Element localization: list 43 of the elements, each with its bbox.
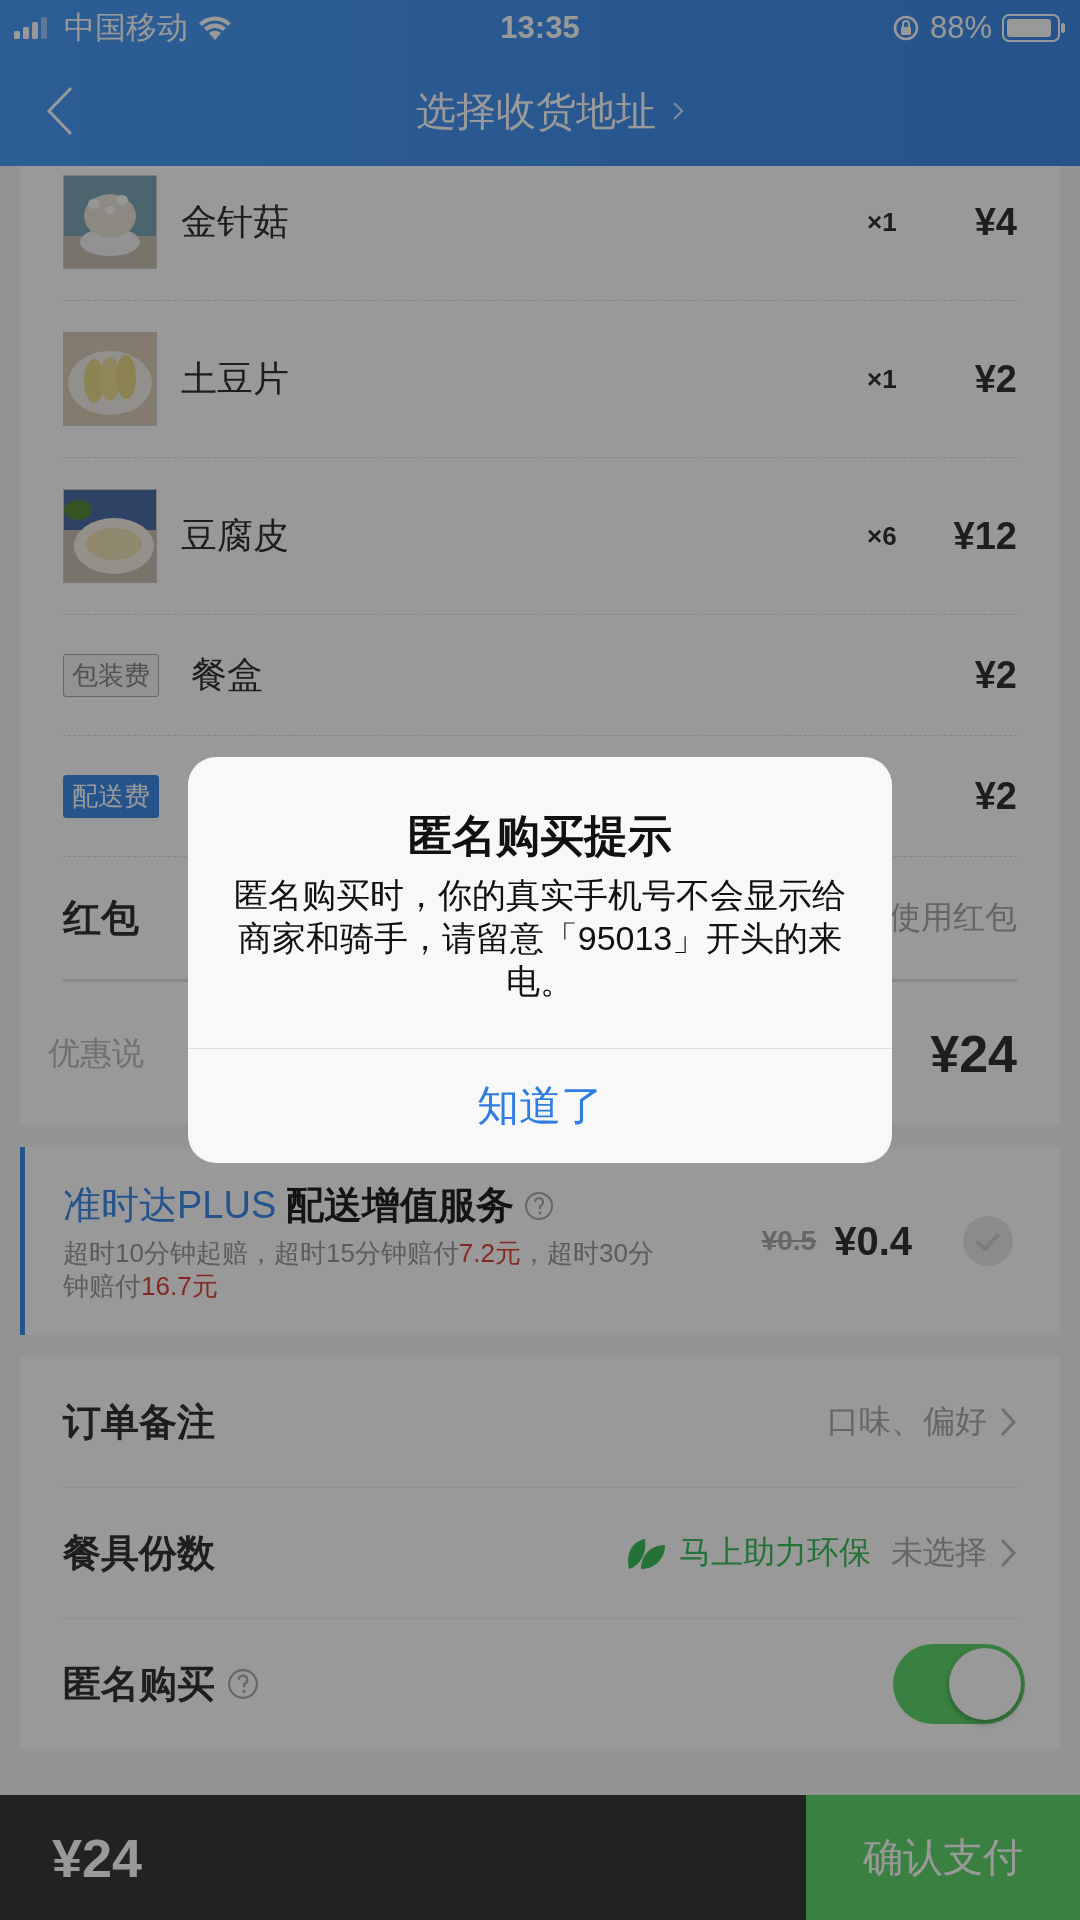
dialog-message: 匿名购买时，你的真实手机号不会显示给商家和骑手，请留意「95013」开头的来电。 xyxy=(233,875,847,1002)
help-icon[interactable] xyxy=(227,1668,259,1700)
item-quantity: ×1 xyxy=(867,363,898,395)
acknowledge-button[interactable]: 知道了 xyxy=(188,1049,892,1163)
option-label: 餐具份数 xyxy=(63,1530,215,1576)
check-circle-icon[interactable] xyxy=(962,1215,1014,1267)
carrier-name: 中国移动 xyxy=(64,9,188,47)
service-description: 超时10分钟起赔，超时15分钟赔付7.2元，超时30分钟赔付16.7元 xyxy=(63,1237,655,1302)
item-name: 土豆片 xyxy=(181,356,290,401)
item-price: ¥12 xyxy=(952,514,1017,558)
chevron-icon[interactable] xyxy=(999,1537,1017,1569)
item-price: ¥4 xyxy=(973,200,1017,244)
item-price: ¥2 xyxy=(973,357,1017,401)
service-brand: 准时达PLUS xyxy=(63,1183,277,1228)
fee-tag: 配送费 xyxy=(63,774,159,818)
item-name: 豆腐皮 xyxy=(181,513,290,558)
chevron-icon[interactable] xyxy=(999,1406,1017,1438)
total-amount: ¥24 xyxy=(51,1826,144,1890)
fee-price: ¥2 xyxy=(973,774,1017,818)
service-title: 配送增值服务 xyxy=(286,1183,515,1228)
battery-percent: 88% xyxy=(929,10,992,46)
rotation-lock-icon xyxy=(891,14,920,42)
fee-name: 餐盒 xyxy=(191,652,263,697)
confirm-pay-button[interactable]: 确认支付 xyxy=(806,1795,1080,1920)
item-quantity: ×1 xyxy=(867,206,898,238)
battery-icon xyxy=(1002,14,1066,42)
item-quantity: ×6 xyxy=(867,520,898,552)
option-label: 匿名购买 xyxy=(63,1661,215,1707)
address-selector[interactable]: 选择收货地址 xyxy=(416,83,656,139)
subtotal-amount: ¥24 xyxy=(930,1023,1017,1084)
fee-price: ¥2 xyxy=(973,653,1017,697)
dialog-title: 匿名购买提示 xyxy=(408,810,672,862)
back-icon[interactable] xyxy=(46,86,74,136)
option-label: 订单备注 xyxy=(63,1399,215,1445)
help-icon[interactable] xyxy=(524,1190,555,1221)
clock-time: 13:35 xyxy=(500,10,580,46)
eco-label: 马上助力环保 xyxy=(679,1533,871,1572)
chevron-icon xyxy=(672,101,684,121)
item-name: 金针菇 xyxy=(181,199,290,244)
coupon-label: 红包 xyxy=(63,895,139,941)
service-price: ¥0.4 xyxy=(834,1218,912,1264)
fee-tag: 包装费 xyxy=(63,653,159,697)
wifi-icon xyxy=(198,16,232,40)
